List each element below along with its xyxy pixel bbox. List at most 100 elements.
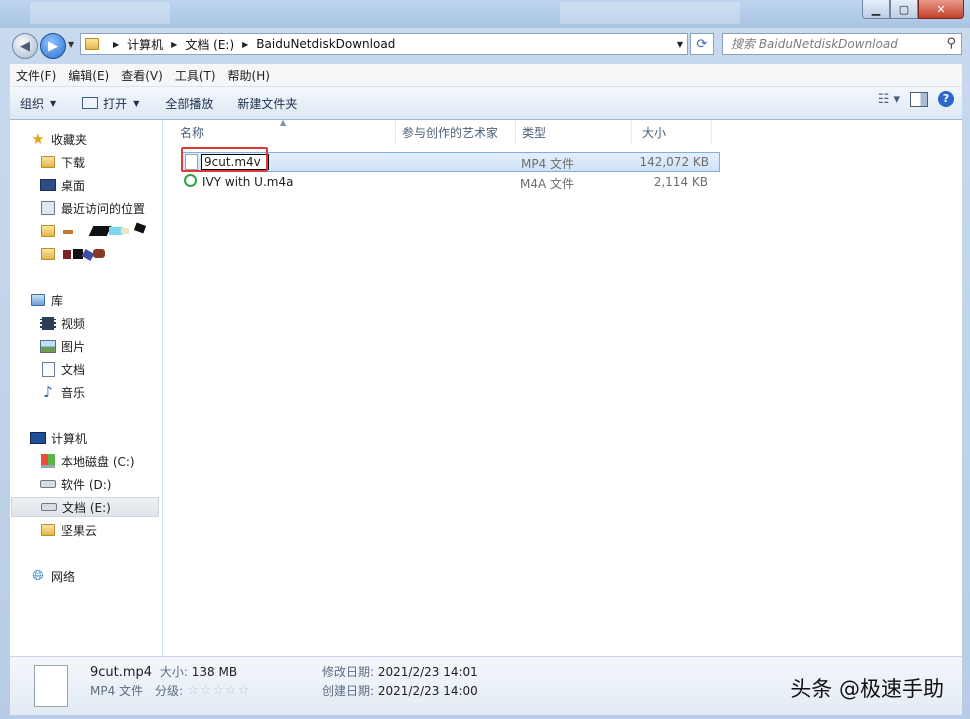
nav-computer[interactable]: 计算机 — [30, 428, 87, 448]
breadcrumb: ▶ 计算机 ▶ 文档 (E:) ▶ BaiduNetdiskDownload — [105, 36, 395, 53]
folder-icon — [40, 522, 56, 538]
nav-item-label: 文档 — [61, 362, 86, 377]
recent-pages-dropdown[interactable]: ▼ — [68, 40, 74, 49]
nav-item-label: 图片 — [61, 339, 86, 354]
minimize-button[interactable]: ▁ — [862, 0, 890, 19]
chevron-right-icon[interactable]: ▶ — [242, 40, 248, 49]
main-pane: ★ 收藏夹 下载 桌面 最近访问的位置 库 视频 图片 文档 ♪ 音乐 计算机 … — [10, 118, 962, 656]
nav-item-label: 下载 — [61, 155, 86, 170]
file-name: IVY with U.m4a — [202, 175, 294, 189]
nav-item-desktop[interactable]: 桌面 — [40, 175, 85, 195]
downloads-folder-icon — [40, 154, 56, 170]
forward-button[interactable]: ▶ — [40, 33, 66, 59]
column-header-name-label: 名称 — [180, 125, 205, 140]
nav-item-drive-e[interactable]: 文档 (E:) — [11, 497, 159, 517]
breadcrumb-computer[interactable]: 计算机 — [127, 36, 163, 53]
details-modified-value: 2021/2/23 14:01 — [377, 665, 478, 679]
refresh-button[interactable]: ⟳ — [690, 33, 714, 55]
picture-icon — [40, 338, 56, 354]
file-size: 2,114 KB — [653, 175, 708, 189]
nav-item-drive-d[interactable]: 软件 (D:) — [40, 474, 111, 494]
play-all-button[interactable]: 全部播放 — [155, 91, 223, 115]
back-button[interactable]: ◀ — [12, 33, 38, 59]
column-header-artists[interactable]: 参与创作的艺术家 — [392, 120, 516, 144]
desktop-icon — [40, 177, 56, 193]
menu-tools[interactable]: 工具(T) — [169, 67, 222, 84]
redacted-label — [61, 222, 151, 238]
drive-icon — [40, 476, 56, 492]
rating-stars[interactable]: ☆☆☆☆☆ — [187, 683, 250, 698]
view-options-icon[interactable]: ☷ ▾ — [878, 92, 900, 107]
details-created-value: 2021/2/23 14:00 — [377, 684, 478, 698]
chevron-down-icon: ▼ — [50, 98, 57, 108]
details-line-2: MP4 文件 分级: ☆☆☆☆☆ — [90, 682, 250, 699]
details-modified-label: 修改日期: — [322, 665, 375, 679]
forward-arrow-icon: ▶ — [48, 38, 58, 54]
address-dropdown-icon[interactable]: ▼ — [677, 40, 683, 49]
column-header-type[interactable]: 类型 — [512, 120, 632, 144]
search-box[interactable]: ⚲ — [722, 33, 962, 55]
nav-item-label: 本地磁盘 (C:) — [61, 454, 135, 469]
large-file-icon — [34, 665, 68, 707]
open-button[interactable]: 打开 ▼ — [72, 91, 149, 115]
nav-item-pictures[interactable]: 图片 — [40, 336, 85, 356]
address-bar[interactable]: ▶ 计算机 ▶ 文档 (E:) ▶ BaiduNetdiskDownload ▼ — [80, 33, 688, 55]
search-icon[interactable]: ⚲ — [946, 36, 956, 51]
nav-item-documents[interactable]: 文档 — [40, 359, 85, 379]
open-label: 打开 — [103, 96, 128, 111]
search-input[interactable] — [729, 36, 943, 52]
details-rating-label: 分级: — [155, 684, 184, 698]
nav-item-drive-c[interactable]: 本地磁盘 (C:) — [40, 451, 135, 471]
breadcrumb-drive-e[interactable]: 文档 (E:) — [185, 36, 234, 53]
chevron-right-icon[interactable]: ▶ — [171, 40, 177, 49]
breadcrumb-current-folder[interactable]: BaiduNetdiskDownload — [256, 37, 395, 51]
nav-item-music[interactable]: ♪ 音乐 — [40, 382, 85, 402]
menu-view[interactable]: 查看(V) — [115, 67, 169, 84]
nav-item-label: 文档 (E:) — [62, 500, 111, 515]
details-type: MP4 文件 — [90, 684, 144, 698]
organize-button[interactable]: 组织 ▼ — [10, 91, 66, 115]
nav-network[interactable]: 🌐︎ 网络 — [30, 566, 75, 586]
back-arrow-icon: ◀ — [20, 38, 30, 54]
nav-item-label: 软件 (D:) — [61, 477, 112, 492]
refresh-icon: ⟳ — [696, 36, 708, 52]
nav-item-downloads[interactable]: 下载 — [40, 152, 85, 172]
menu-help[interactable]: 帮助(H) — [222, 67, 276, 84]
close-button[interactable]: ✕ — [918, 0, 964, 19]
preview-pane-icon[interactable] — [910, 91, 928, 107]
command-bar: 组织 ▼ 打开 ▼ 全部播放 新建文件夹 ☷ ▾ ? — [10, 87, 962, 120]
file-size: 142,072 KB — [639, 155, 709, 169]
details-pane: 9cut.mp4 大小: 138 MB MP4 文件 分级: ☆☆☆☆☆ 修改日… — [10, 656, 962, 715]
folder-icon — [40, 223, 56, 239]
nav-item-videos[interactable]: 视频 — [40, 313, 85, 333]
nav-favorites[interactable]: ★ 收藏夹 — [30, 129, 87, 149]
nav-item-jianguoyun[interactable]: 坚果云 — [40, 520, 97, 540]
file-row[interactable]: IVY with U.m4a M4A 文件 2,114 KB — [182, 173, 720, 193]
menu-file[interactable]: 文件(F) — [10, 67, 62, 84]
organize-label: 组织 — [20, 96, 45, 111]
network-globe-icon: 🌐︎ — [32, 568, 44, 584]
music-note-icon: ♪ — [43, 383, 53, 401]
menu-edit[interactable]: 编辑(E) — [62, 67, 115, 84]
details-created: 创建日期: 2021/2/23 14:00 — [322, 682, 478, 699]
nav-item-redacted[interactable] — [40, 244, 151, 264]
new-folder-button[interactable]: 新建文件夹 — [227, 91, 307, 115]
details-size: 138 MB — [191, 665, 238, 679]
file-row[interactable]: 9cut.m4v MP4 文件 142,072 KB — [181, 147, 720, 172]
nav-libraries[interactable]: 库 — [30, 290, 63, 310]
navigation-pane: ★ 收藏夹 下载 桌面 最近访问的位置 库 视频 图片 文档 ♪ 音乐 计算机 … — [10, 120, 163, 656]
nav-item-redacted[interactable] — [40, 221, 151, 241]
help-icon[interactable]: ? — [938, 91, 954, 107]
title-bar: ▁ ▢ ✕ — [0, 0, 970, 28]
details-modified: 修改日期: 2021/2/23 14:01 — [322, 663, 478, 680]
column-header-size[interactable]: 大小 — [632, 120, 712, 144]
film-icon — [40, 315, 56, 331]
folder-icon — [85, 38, 99, 50]
nav-computer-label: 计算机 — [51, 431, 88, 446]
maximize-button[interactable]: ▢ — [890, 0, 918, 19]
sort-ascending-icon: ▲ — [280, 118, 287, 127]
background-window-ghost — [560, 2, 740, 24]
nav-item-recent-places[interactable]: 最近访问的位置 — [40, 198, 145, 218]
column-header-name[interactable]: ▲ 名称 — [170, 118, 396, 144]
nav-libraries-label: 库 — [51, 293, 64, 308]
